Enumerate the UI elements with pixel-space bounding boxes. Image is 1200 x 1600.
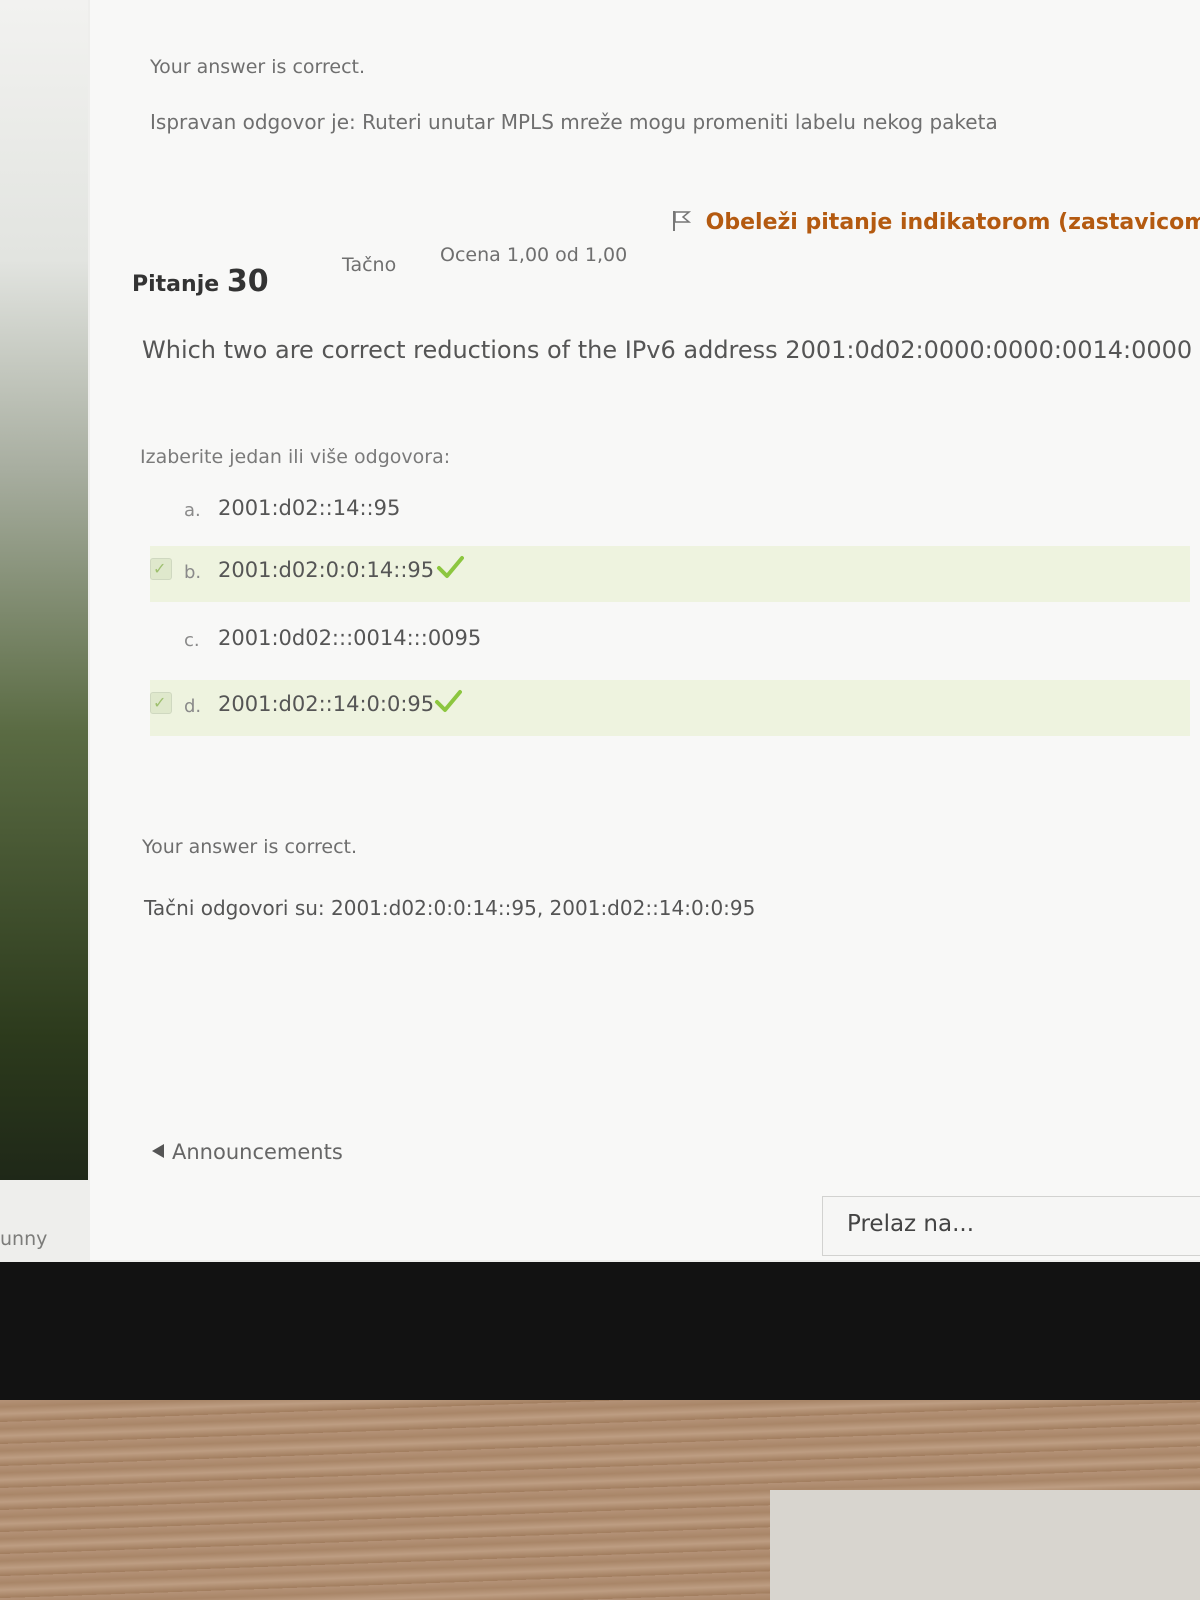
right-answers: Tačni odgovori su: 2001:d02:0:0:14::95, … xyxy=(144,896,756,920)
option-letter: a. xyxy=(184,500,201,521)
option-text: 2001:0d02:::0014:::0095 xyxy=(218,626,482,650)
answer-option-a[interactable]: a. 2001:d02::14::95 xyxy=(150,484,1190,540)
previous-activity-label: Announcements xyxy=(172,1140,343,1164)
checkbox-tick-icon: ✓ xyxy=(153,559,167,578)
answer-prompt: Izaberite jedan ili više odgovora: xyxy=(140,446,451,468)
question-number-value: 30 xyxy=(226,264,269,299)
triangle-left-icon xyxy=(152,1144,164,1158)
flag-question-label: Obeleži pitanje indikatorom (zastavicom xyxy=(705,210,1200,235)
previous-right-answer: Ispravan odgovor je: Ruteri unutar MPLS … xyxy=(150,110,998,134)
answer-option-c[interactable]: c. 2001:0d02:::0014:::0095 xyxy=(150,614,1190,670)
answer-option-b[interactable]: ✓ b. 2001:d02:0:0:14::95 xyxy=(150,546,1190,602)
flag-icon xyxy=(673,211,692,231)
quiz-review-panel: Your answer is correct. Ispravan odgovor… xyxy=(90,0,1200,1260)
option-letter: b. xyxy=(184,562,202,583)
answer-option-d[interactable]: ✓ d. 2001:d02::14:0:0:95 xyxy=(150,680,1190,736)
question-state: Tačno xyxy=(342,254,397,276)
jump-to-label: Prelaz na... xyxy=(847,1211,975,1237)
checkmark-icon xyxy=(435,690,462,712)
sidebar-text-fragment: unny xyxy=(0,1228,48,1250)
jump-to-select[interactable]: Prelaz na... xyxy=(822,1196,1200,1256)
option-text: 2001:d02::14::95 xyxy=(218,496,401,520)
monitor-stand xyxy=(770,1490,1200,1600)
option-text: 2001:d02::14:0:0:95 xyxy=(218,692,435,716)
question-number: Pitanje 30 xyxy=(132,264,269,299)
option-letter: d. xyxy=(184,696,202,717)
flag-question-link[interactable]: Obeleži pitanje indikatorom (zastavicom xyxy=(672,210,1200,235)
feedback-correct: Your answer is correct. xyxy=(142,836,358,858)
question-grade: Ocena 1,00 od 1,00 xyxy=(440,244,628,266)
previous-feedback-correct: Your answer is correct. xyxy=(150,56,366,78)
previous-activity-link[interactable]: Announcements xyxy=(152,1140,343,1164)
sidebar-panel xyxy=(0,0,88,1180)
option-text: 2001:d02:0:0:14::95 xyxy=(218,558,435,582)
option-checkbox[interactable]: ✓ xyxy=(150,692,172,714)
monitor-bezel xyxy=(0,1262,1200,1402)
option-checkbox[interactable]: ✓ xyxy=(150,558,172,580)
question-label: Pitanje xyxy=(132,272,220,297)
checkbox-tick-icon: ✓ xyxy=(153,693,167,712)
question-text: Which two are correct reductions of the … xyxy=(142,336,1193,364)
option-letter: c. xyxy=(184,630,200,651)
checkmark-icon xyxy=(437,556,464,578)
